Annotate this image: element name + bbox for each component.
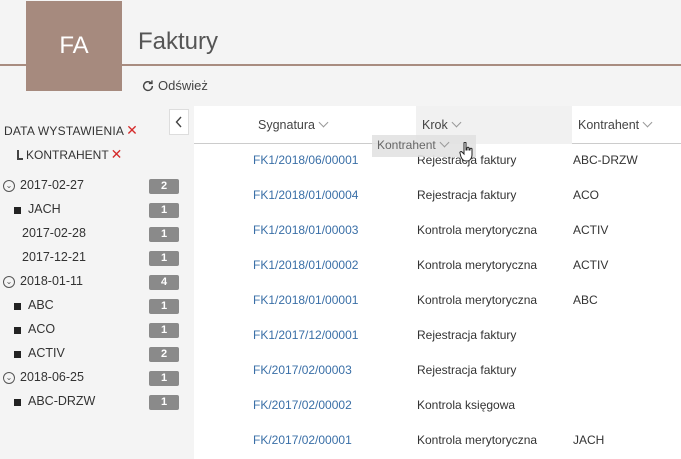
contractor-cell: JACH: [573, 433, 605, 447]
nested-corner-icon: [17, 150, 23, 160]
table-row[interactable]: FK1/2018/01/00001 Kontrola merytoryczna AB…: [194, 283, 681, 318]
expand-circle-icon[interactable]: ⌄: [3, 372, 15, 384]
tree-node[interactable]: 2017-12-21 1: [0, 246, 194, 270]
count-badge: 1: [149, 203, 179, 218]
tree-node-label: 2018-01-11: [20, 274, 84, 288]
signature-link[interactable]: FK1/2017/12/00001: [253, 328, 358, 342]
tree-node-label: 2017-02-28: [22, 226, 86, 240]
contractor-cell: ABC: [573, 293, 598, 307]
group-level-2: KONTRAHENT ✕: [17, 146, 122, 163]
table-row[interactable]: FK1/2017/12/00001 Rejestracja faktury: [194, 318, 681, 353]
sort-caret-icon: [642, 117, 653, 128]
column-header-kontrahent[interactable]: Kontrahent: [578, 117, 653, 132]
tree-node-label: ABC-DRZW: [28, 394, 96, 408]
count-badge: 2: [149, 179, 179, 194]
tree-node[interactable]: JACH 1: [0, 198, 194, 222]
step-cell: Kontrola merytoryczna: [417, 258, 538, 272]
step-cell: Rejestracja faktury: [417, 328, 517, 342]
expand-circle-icon[interactable]: ⌄: [3, 276, 15, 288]
signature-link[interactable]: FK1/2018/01/00002: [253, 258, 358, 272]
remove-icon[interactable]: ✕: [111, 146, 123, 162]
count-badge: 1: [149, 251, 179, 266]
contractor-cell: ABC-DRZW: [573, 153, 638, 167]
refresh-icon: [142, 79, 154, 91]
count-badge: 1: [149, 395, 179, 410]
step-cell: Kontrola merytoryczna: [417, 433, 538, 447]
table-row[interactable]: FK1/2018/01/00004 Rejestracja faktury ACO: [194, 178, 681, 213]
sort-caret-icon: [439, 137, 450, 148]
signature-link[interactable]: FK1/2018/01/00004: [253, 188, 358, 202]
table-row[interactable]: FK/2017/02/00001 Kontrola merytoryczna JAC…: [194, 423, 681, 458]
column-header-sygnatura[interactable]: Sygnatura: [258, 117, 329, 132]
contractor-cell: ACTIV: [573, 258, 609, 272]
collapse-panel-button[interactable]: [169, 109, 189, 135]
table-row[interactable]: FK/2017/02/00003 Rejestracja faktury: [194, 353, 681, 388]
bullet-square-icon: [14, 303, 21, 310]
tree-node[interactable]: ⌄ 2017-02-27 2: [0, 174, 194, 198]
tree-node-label: 2018-06-25: [20, 370, 84, 384]
tree-node[interactable]: ⌄ 2018-01-11 4: [0, 270, 194, 294]
remove-icon[interactable]: ✕: [126, 122, 138, 138]
step-cell: Kontrola księgowa: [417, 398, 516, 412]
refresh-button[interactable]: Odśwież: [141, 78, 208, 93]
group-level-2-label: KONTRAHENT: [26, 148, 109, 162]
tree-node[interactable]: ABC 1: [0, 294, 194, 318]
count-badge: 2: [149, 347, 179, 362]
tree-node-label: ACO: [28, 322, 56, 336]
signature-link[interactable]: FK/2017/02/00003: [253, 363, 352, 377]
sort-caret-icon: [318, 117, 329, 128]
invoice-table: Sygnatura Krok Kontrahent FK1/2018/06/00…: [194, 106, 681, 459]
tree-node[interactable]: ⌄ 2018-06-25 1: [0, 366, 194, 390]
signature-link[interactable]: FK1/2018/01/00003: [253, 223, 358, 237]
step-cell: Kontrola merytoryczna: [417, 293, 538, 307]
tree-node-label: 2017-02-27: [20, 178, 84, 192]
bullet-square-icon: [14, 327, 21, 334]
refresh-label: Odśwież: [158, 78, 208, 93]
count-badge: 1: [149, 227, 179, 242]
module-logo: FA: [26, 1, 122, 91]
table-row[interactable]: FK1/2018/01/00003 Kontrola merytoryczna AC…: [194, 213, 681, 248]
collapse-left-icon: [175, 116, 182, 128]
signature-link[interactable]: FK/2017/02/00002: [253, 398, 352, 412]
step-cell: Rejestracja faktury: [417, 188, 517, 202]
count-badge: 1: [149, 323, 179, 338]
group-level-1-label: DATA WYSTAWIENIA: [4, 124, 125, 138]
grouping-panel: DATA WYSTAWIENIA ✕ KONTRAHENT ✕ ⌄ 2017-02-2…: [0, 106, 194, 459]
tree-node-label: JACH: [28, 202, 61, 216]
sort-caret-icon: [451, 117, 462, 128]
group-level-1: DATA WYSTAWIENIA ✕: [4, 122, 138, 139]
signature-link[interactable]: FK/2017/02/00001: [253, 433, 352, 447]
signature-link[interactable]: FK1/2018/01/00001: [253, 293, 358, 307]
table-row[interactable]: FK/2017/02/00002 Kontrola księgowa: [194, 388, 681, 423]
expand-circle-icon[interactable]: ⌄: [3, 180, 15, 192]
step-cell: Rejestracja faktury: [417, 363, 517, 377]
column-header-krok[interactable]: Krok: [422, 117, 462, 132]
tree-node[interactable]: 2017-02-28 1: [0, 222, 194, 246]
bullet-square-icon: [14, 399, 21, 406]
tree-node[interactable]: ACTIV 2: [0, 342, 194, 366]
step-cell: Kontrola merytoryczna: [417, 223, 538, 237]
count-badge: 1: [149, 299, 179, 314]
tree-node-label: ABC: [28, 298, 54, 312]
tree-node[interactable]: ACO 1: [0, 318, 194, 342]
bullet-square-icon: [14, 207, 21, 214]
signature-link[interactable]: FK1/2018/06/00001: [253, 153, 358, 167]
count-badge: 1: [149, 371, 179, 386]
tree-node[interactable]: ABC-DRZW 1: [0, 390, 194, 414]
count-badge: 4: [149, 275, 179, 290]
contractor-cell: ACTIV: [573, 223, 609, 237]
contractor-cell: ACO: [573, 188, 600, 202]
tree-node-label: ACTIV: [28, 346, 65, 360]
table-row[interactable]: FK1/2018/01/00002 Kontrola merytoryczna AC…: [194, 248, 681, 283]
page-title: Faktury: [138, 28, 219, 55]
bullet-square-icon: [14, 351, 21, 358]
hand-cursor-icon: [459, 142, 473, 162]
tree-node-label: 2017-12-21: [22, 250, 86, 264]
